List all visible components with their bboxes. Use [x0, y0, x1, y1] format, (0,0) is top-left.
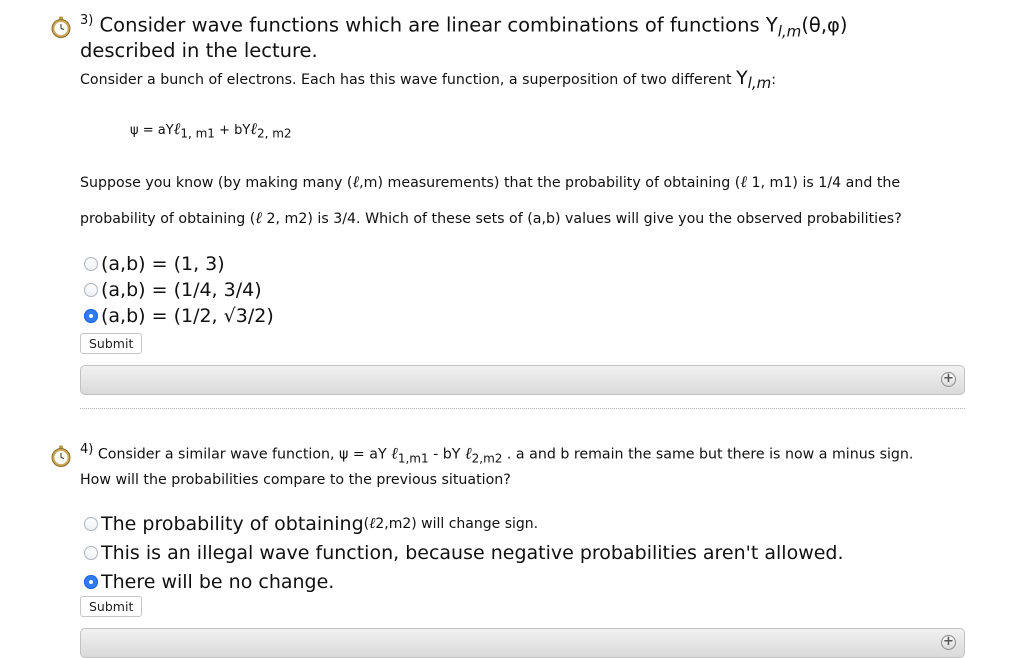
equation-psi: ψ = aY	[130, 123, 174, 138]
q3-paragraph-line2: probability of obtaining (ℓ 2, m2) is 3/…	[80, 208, 902, 229]
q3-para1-b: ,m) measurements) that the probability o…	[359, 175, 741, 191]
q3-para1-l2: ℓ	[740, 172, 747, 191]
q3-title-line2: described in the lecture.	[80, 39, 318, 62]
q4-option-1[interactable]: The probability of obtaining (ℓ 2,m2) wil…	[84, 509, 844, 538]
q3-title-text: Consider wave functions which are linear…	[99, 13, 778, 37]
q4-l1: ℓ	[391, 443, 398, 463]
q3-feedback-bar: +	[80, 365, 965, 395]
q4-option-2-label: This is an illegal wave function, becaus…	[101, 541, 844, 564]
q4-options: The probability of obtaining (ℓ 2,m2) wil…	[84, 509, 844, 596]
radio-button[interactable]	[84, 545, 98, 560]
q3-intro-sub: l,m	[747, 73, 772, 92]
q4-submit-button[interactable]: Submit	[80, 596, 143, 617]
equation-plus: + bY	[214, 123, 251, 138]
q3-equation: ψ = aYℓ1, m1 + bYℓ2, m2	[130, 119, 292, 144]
q4-mid: - bY	[428, 446, 465, 463]
stopwatch-icon	[51, 445, 71, 467]
q4-line1-a: Consider a similar wave function, ψ = aY	[97, 446, 392, 463]
radio-button[interactable]	[84, 283, 98, 297]
radio-button-selected[interactable]	[84, 574, 98, 589]
q3-intro: Consider a bunch of electrons. Each has …	[80, 68, 776, 93]
q3-option-3[interactable]: (a,b) = (1/2, √3/2)	[84, 303, 274, 329]
equation-sub2: 2, m2	[256, 126, 292, 141]
divider	[80, 408, 965, 409]
q4-number: 4)	[80, 442, 94, 457]
q3-number: 3)	[80, 13, 94, 28]
q4-option-2[interactable]: This is an illegal wave function, becaus…	[84, 538, 844, 567]
q3-para2-a: probability of obtaining (	[80, 211, 256, 227]
q3-option-2-label: (a,b) = (1/4, 3/4)	[101, 279, 262, 301]
q4-feedback-bar: +	[80, 628, 965, 658]
q3-option-1-label: (a,b) = (1, 3)	[101, 253, 225, 275]
q3-options: (a,b) = (1, 3) (a,b) = (1/4, 3/4) (a,b) …	[84, 251, 274, 329]
q4-option-3[interactable]: There will be no change.	[84, 567, 844, 596]
q3-option-3-label: (a,b) = (1/2, √3/2)	[101, 305, 274, 327]
q3-title-args: (θ,φ)	[801, 13, 848, 37]
q4-option-1-label: The probability of obtaining	[101, 512, 364, 535]
q4-option-3-label: There will be no change.	[101, 570, 335, 593]
q4-sub1: 1,m1	[397, 451, 429, 466]
q4-option-1-rest: 2,m2) will change sign.	[375, 515, 539, 532]
equation-l2: ℓ	[250, 119, 257, 138]
q3-para2-l: ℓ	[255, 208, 262, 227]
plus-circle-icon[interactable]: +	[941, 635, 956, 650]
q3-option-1[interactable]: (a,b) = (1, 3)	[84, 251, 274, 277]
q3-para1-c: 1, m1) is 1/4 and the	[747, 175, 901, 191]
q4-line1-end: . a and b remain the same but there is n…	[502, 446, 914, 463]
q3-title-sub: l,m	[777, 22, 802, 41]
q3-intro-text: Consider a bunch of electrons. Each has …	[80, 72, 737, 88]
q3-paragraph-line1: Suppose you know (by making many ( ℓ,m) m…	[80, 172, 900, 193]
radio-button-selected[interactable]	[84, 309, 98, 323]
q3-intro-y: Y	[736, 67, 748, 89]
radio-button[interactable]	[84, 516, 98, 531]
q3-intro-end: :	[771, 72, 777, 88]
q4-question-line2: How will the probabilities compare to th…	[80, 472, 511, 488]
radio-button[interactable]	[84, 257, 98, 271]
q3-option-2[interactable]: (a,b) = (1/4, 3/4)	[84, 277, 274, 303]
plus-circle-icon[interactable]: +	[941, 372, 956, 387]
equation-sub1: 1, m1	[180, 126, 215, 141]
q4-question-line1: 4) Consider a similar wave function, ψ =…	[80, 440, 913, 469]
q3-submit-button[interactable]: Submit	[80, 333, 143, 354]
q4-l2: ℓ	[464, 443, 472, 463]
q3-para1-a: Suppose you know (by making many (	[80, 175, 353, 191]
q3-para2-b: 2, m2) is 3/4. Which of these sets of (a…	[261, 211, 902, 227]
stopwatch-icon	[51, 16, 71, 38]
q4-sub2: 2,m2	[471, 451, 503, 466]
